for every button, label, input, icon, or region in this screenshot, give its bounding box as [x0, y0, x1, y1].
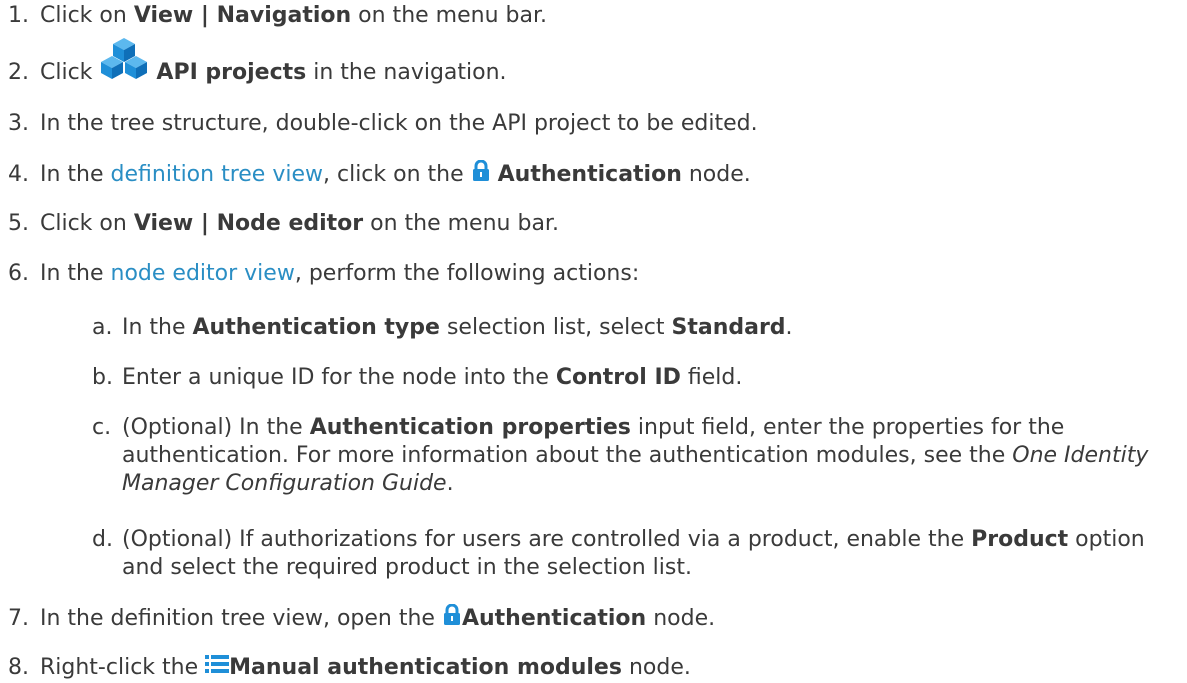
step-7: 7. In the definition tree view, open the …	[8, 603, 715, 634]
procedure-document: 1. Click on View | Navigation on the menu…	[0, 0, 1187, 683]
step-number: 1.	[8, 3, 29, 28]
manual-authentication-modules-label: Manual authentication modules	[229, 655, 622, 680]
substep-letter: a.	[92, 315, 113, 340]
substep-d: d. (Optional) If authorizations for users…	[92, 527, 1145, 580]
step-number: 2.	[8, 60, 29, 85]
substep-c: c. (Optional) In the Authentication prope…	[92, 415, 1149, 496]
substep-letter: b.	[92, 365, 113, 390]
authentication-label: Authentication	[497, 162, 682, 187]
node-editor-view-link[interactable]: node editor view	[111, 261, 295, 286]
step-1: 1. Click on View | Navigation on the menu…	[8, 3, 547, 28]
step-6: 6. In the node editor view, perform the f…	[8, 261, 640, 286]
definition-tree-view-link[interactable]: definition tree view	[111, 162, 323, 187]
menu-path: View | Navigation	[133, 3, 352, 28]
menu-path: View | Node editor	[133, 211, 364, 236]
substep-letter: d.	[92, 527, 113, 552]
step-number: 4.	[8, 162, 29, 187]
api-projects-label: API projects	[156, 60, 307, 85]
api-projects-icon	[99, 36, 149, 88]
step-number: 8.	[8, 655, 29, 680]
lock-icon	[471, 159, 491, 190]
step-number: 5.	[8, 211, 29, 236]
step-5: 5. Click on View | Node editor on the men…	[8, 211, 559, 236]
lock-icon	[442, 603, 462, 634]
list-icon	[205, 654, 230, 682]
step-3: 3. In the tree structure, double-click on…	[8, 111, 758, 136]
step-4: 4. In the definition tree view, click on …	[8, 159, 751, 190]
substep-b: b. Enter a unique ID for the node into th…	[92, 365, 743, 390]
substep-a: a. In the Authentication type selection l…	[92, 315, 793, 340]
step-8: 8. Right-click the Manual authentication …	[8, 654, 691, 682]
authentication-label: Authentication	[461, 606, 647, 631]
step-number: 3.	[8, 111, 29, 136]
step-2: 2. Click API projects in the navigation.	[8, 38, 507, 88]
step-number: 6.	[8, 261, 29, 286]
step-number: 7.	[8, 606, 29, 631]
substep-letter: c.	[92, 415, 112, 440]
